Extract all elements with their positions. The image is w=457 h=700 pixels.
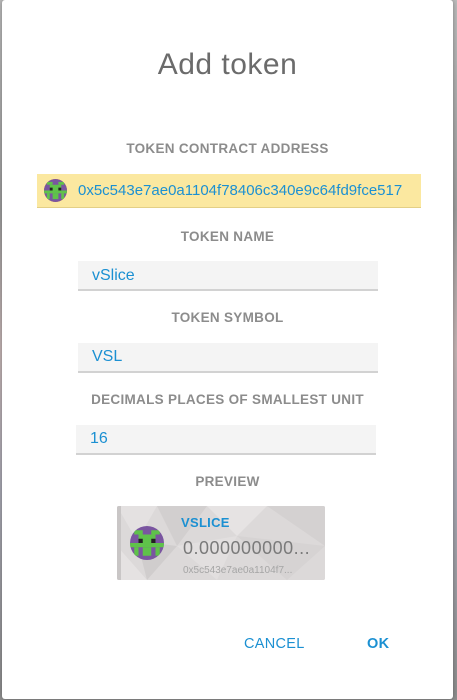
add-token-dialog: Add token TOKEN CONTRACT ADDRESS 0x5c543… <box>2 0 453 699</box>
preview-identicon-icon <box>130 526 164 565</box>
token-name-input[interactable]: vSlice <box>78 261 378 291</box>
contract-address-label: TOKEN CONTRACT ADDRESS <box>126 141 329 156</box>
contract-address-value: 0x5c543e7ae0a1104f78406c340e9c64fd9fce51… <box>78 182 403 199</box>
token-symbol-label: TOKEN SYMBOL <box>171 310 284 325</box>
preview-token-address: 0x5c543e7ae0a1104f7... <box>183 565 293 576</box>
preview-token-balance: 0.000000000... <box>183 538 311 558</box>
contract-address-field[interactable]: 0x5c543e7ae0a1104f78406c340e9c64fd9fce51… <box>37 174 421 208</box>
preview-token-symbol: VSLICE <box>181 515 230 530</box>
token-symbol-value: VSL <box>92 348 123 365</box>
token-preview-card: VSLICE 0.000000000... 0x5c543e7ae0a1104f… <box>117 506 325 580</box>
token-symbol-input[interactable]: VSL <box>78 343 378 373</box>
ok-button[interactable]: OK <box>367 636 389 652</box>
decimals-value: 16 <box>90 430 108 447</box>
dialog-title: Add token <box>157 48 298 81</box>
decimals-label: DECIMALS PLACES OF SMALLEST UNIT <box>91 392 364 407</box>
token-identicon-icon <box>44 179 67 207</box>
token-name-label: TOKEN NAME <box>180 229 275 244</box>
decimals-input[interactable]: 16 <box>76 425 376 455</box>
token-name-value: vSlice <box>92 267 135 284</box>
cancel-button[interactable]: CANCEL <box>244 636 305 652</box>
preview-label: PREVIEW <box>195 474 260 489</box>
